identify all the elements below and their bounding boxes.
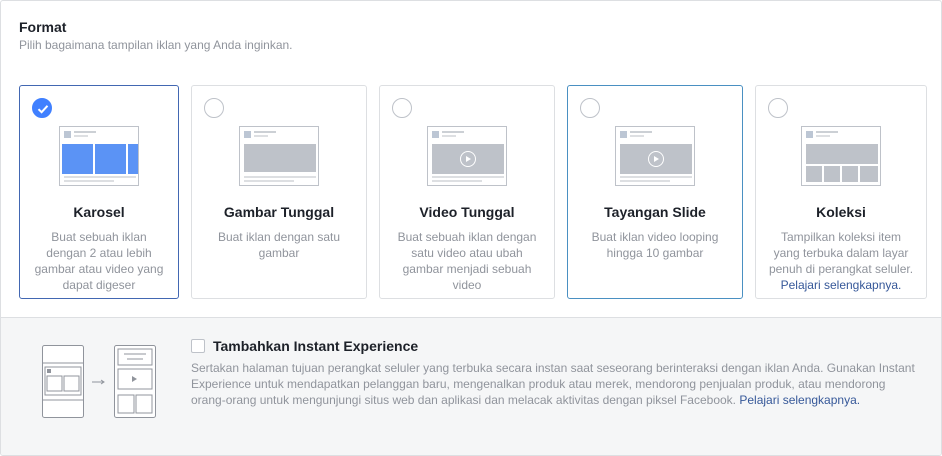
carousel-preview-icon <box>59 126 139 186</box>
checkmark-icon <box>37 105 49 114</box>
slideshow-preview-icon <box>615 126 695 186</box>
instant-experience-description: Sertakan halaman tujuan perangkat selule… <box>191 360 921 408</box>
format-panel: Format Pilih bagaimana tampilan iklan ya… <box>0 0 942 456</box>
format-card-koleksi[interactable]: Koleksi Tampilkan koleksi item yang terb… <box>755 85 927 299</box>
format-description: Buat sebuah iklan dengan 2 atau lebih ga… <box>34 230 164 292</box>
format-name: Tayangan Slide <box>604 204 706 220</box>
radio-karosel[interactable] <box>32 98 52 118</box>
section-subtitle: Pilih bagaimana tampilan iklan yang Anda… <box>19 38 293 52</box>
single-image-preview-icon <box>239 126 319 186</box>
format-card-tayangan-slide[interactable]: Tayangan Slide Buat iklan video looping … <box>567 85 743 299</box>
format-name: Koleksi <box>816 204 866 220</box>
format-description: Buat iklan dengan satu gambar <box>217 230 341 260</box>
format-name: Karosel <box>73 204 125 220</box>
instant-experience-label[interactable]: Tambahkan Instant Experience <box>213 338 418 354</box>
format-name: Gambar Tunggal <box>223 204 335 220</box>
section-title: Format <box>19 19 67 35</box>
radio-koleksi[interactable] <box>768 98 788 118</box>
instant-experience-checkbox[interactable] <box>191 339 205 353</box>
format-description: Buat sebuah iklan dengan satu video atau… <box>397 230 537 292</box>
format-description: Tampilkan koleksi item yang terbuka dala… <box>768 229 914 293</box>
format-description: Buat iklan video looping hingga 10 gamba… <box>591 230 719 260</box>
learn-more-link[interactable]: Pelajari selengkapnya. <box>781 278 902 292</box>
play-icon <box>460 151 476 167</box>
radio-video-tunggal[interactable] <box>392 98 412 118</box>
play-icon <box>648 151 664 167</box>
format-card-karosel[interactable]: Karosel Buat sebuah iklan dengan 2 atau … <box>19 85 179 299</box>
collection-preview-icon <box>801 126 881 186</box>
format-description-text: Tampilkan koleksi item yang terbuka dala… <box>768 230 914 276</box>
format-card-gambar-tunggal[interactable]: Gambar Tunggal Buat iklan dengan satu ga… <box>191 85 367 299</box>
instant-experience-illustration-icon <box>42 345 156 418</box>
single-video-preview-icon <box>427 126 507 186</box>
radio-gambar-tunggal[interactable] <box>204 98 224 118</box>
instant-experience-learn-more-link[interactable]: Pelajari selengkapnya. <box>739 393 860 407</box>
format-name: Video Tunggal <box>419 204 515 220</box>
radio-tayangan-slide[interactable] <box>580 98 600 118</box>
format-card-video-tunggal[interactable]: Video Tunggal Buat sebuah iklan dengan s… <box>379 85 555 299</box>
